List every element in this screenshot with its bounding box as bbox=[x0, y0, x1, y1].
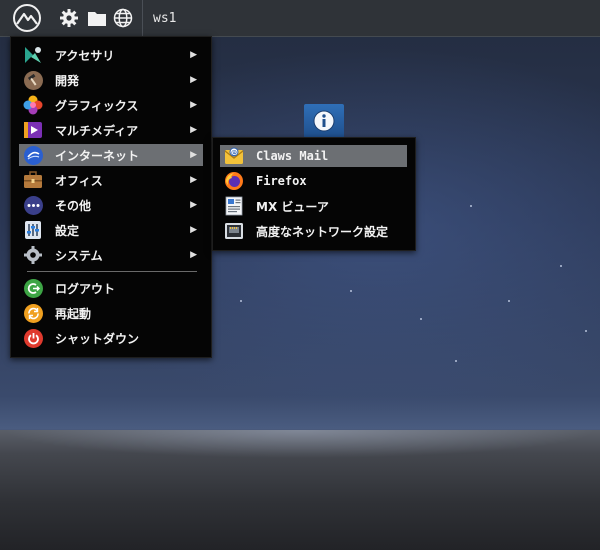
menu-item-label: 開発 bbox=[55, 73, 80, 88]
hammer-icon bbox=[23, 70, 43, 90]
workspace-label[interactable]: ws1 bbox=[153, 11, 176, 26]
star bbox=[350, 290, 352, 292]
menu-item-internet[interactable]: インターネット ▶ bbox=[19, 144, 203, 166]
logout-icon bbox=[23, 278, 43, 298]
submenu-arrow-icon: ▶ bbox=[190, 175, 197, 185]
menu-item-label: その他 bbox=[55, 198, 92, 213]
mail-icon: @ bbox=[224, 146, 244, 166]
menu-item-label: システム bbox=[55, 248, 103, 263]
star bbox=[560, 265, 562, 267]
menu-item-accessories[interactable]: アクセサリ ▶ bbox=[19, 44, 203, 66]
menu-item-label: Claws Mail bbox=[256, 149, 329, 163]
globe-icon[interactable] bbox=[112, 7, 134, 29]
submenu-item-mx-viewer[interactable]: MX ビューア bbox=[220, 195, 407, 217]
menu-item-office[interactable]: オフィス ▶ bbox=[19, 169, 203, 191]
settings-icon bbox=[23, 220, 43, 240]
multimedia-icon bbox=[23, 120, 43, 140]
graphics-icon bbox=[23, 95, 43, 115]
submenu-arrow-icon: ▶ bbox=[190, 250, 197, 260]
menu-item-label: 再起動 bbox=[55, 306, 92, 321]
menu-item-system[interactable]: システム ▶ bbox=[19, 244, 203, 266]
submenu-item-advanced-network[interactable]: 高度なネットワーク設定 bbox=[220, 220, 407, 242]
menu-item-settings[interactable]: 設定 ▶ bbox=[19, 219, 203, 241]
desktop-info-icon[interactable] bbox=[304, 104, 344, 138]
submenu-arrow-icon: ▶ bbox=[190, 200, 197, 210]
star bbox=[240, 300, 242, 302]
star bbox=[455, 360, 457, 362]
power-icon bbox=[23, 328, 43, 348]
menu-item-label: アクセサリ bbox=[55, 48, 115, 63]
submenu-arrow-icon: ▶ bbox=[190, 75, 197, 85]
menu-item-label: グラフィックス bbox=[55, 98, 139, 113]
internet-icon bbox=[23, 145, 43, 165]
menu-item-other[interactable]: その他 ▶ bbox=[19, 194, 203, 216]
star bbox=[585, 330, 587, 332]
main-menu: アクセサリ ▶ 開発 ▶ グラフィックス ▶ マルチメディア ▶ インターネット… bbox=[10, 36, 212, 358]
menu-item-reboot[interactable]: 再起動 bbox=[19, 302, 203, 324]
submenu-arrow-icon: ▶ bbox=[190, 50, 197, 60]
submenu-item-claws-mail[interactable]: @ Claws Mail bbox=[220, 145, 407, 167]
submenu-item-firefox[interactable]: Firefox bbox=[220, 170, 407, 192]
firefox-icon bbox=[224, 171, 244, 191]
folder-icon[interactable] bbox=[86, 7, 108, 29]
system-icon bbox=[23, 245, 43, 265]
briefcase-icon bbox=[23, 170, 43, 190]
menu-item-multimedia[interactable]: マルチメディア ▶ bbox=[19, 119, 203, 141]
menu-item-logout[interactable]: ログアウト bbox=[19, 277, 203, 299]
submenu-arrow-icon: ▶ bbox=[190, 225, 197, 235]
more-icon bbox=[23, 195, 43, 215]
menu-item-label: オフィス bbox=[55, 173, 103, 188]
menu-item-label: 高度なネットワーク設定 bbox=[256, 224, 389, 239]
menu-item-label: シャットダウン bbox=[55, 331, 140, 346]
submenu-arrow-icon: ▶ bbox=[190, 100, 197, 110]
menu-item-shutdown[interactable]: シャットダウン bbox=[19, 327, 203, 349]
accessories-icon bbox=[23, 45, 43, 65]
submenu-arrow-icon: ▶ bbox=[190, 125, 197, 135]
svg-text:@: @ bbox=[231, 149, 237, 156]
menu-item-development[interactable]: 開発 ▶ bbox=[19, 69, 203, 91]
submenu-arrow-icon: ▶ bbox=[190, 150, 197, 160]
viewer-icon bbox=[224, 196, 244, 216]
menu-item-label: ログアウト bbox=[55, 281, 116, 296]
internet-submenu: @ Claws Mail Firefox MX ビューア 高度なネットワーク設定 bbox=[212, 137, 416, 251]
network-icon bbox=[224, 221, 244, 241]
gear-icon[interactable] bbox=[58, 7, 80, 29]
top-panel: ws1 bbox=[0, 0, 600, 37]
mx-logo-icon[interactable] bbox=[12, 3, 42, 33]
menu-item-label: Firefox bbox=[256, 174, 307, 188]
star bbox=[420, 318, 422, 320]
reboot-icon bbox=[23, 303, 43, 323]
panel-separator bbox=[142, 0, 143, 36]
star bbox=[470, 205, 472, 207]
menu-item-label: 設定 bbox=[55, 223, 80, 238]
menu-item-label: インターネット bbox=[55, 148, 140, 163]
menu-divider bbox=[27, 271, 197, 272]
star bbox=[508, 300, 510, 302]
desktop-horizon bbox=[0, 430, 600, 550]
menu-item-label: MX ビューア bbox=[256, 199, 329, 214]
menu-item-graphics[interactable]: グラフィックス ▶ bbox=[19, 94, 203, 116]
menu-item-label: マルチメディア bbox=[55, 123, 139, 138]
